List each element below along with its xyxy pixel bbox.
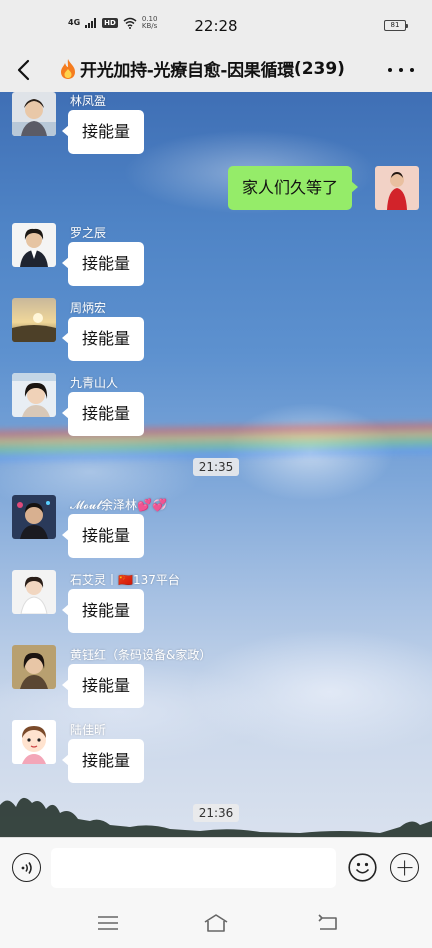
sender-name: 罗之辰 (70, 226, 107, 240)
chat-message-list[interactable]: 林凤盈 接能量 家人们久等了 罗之辰 接能量 周炳宏 接能量 九青山人 接能量 … (0, 92, 432, 837)
message-bubble[interactable]: 接能量 (61, 589, 145, 633)
message-bubble[interactable]: 接能量 (61, 514, 145, 558)
avatar[interactable] (12, 570, 56, 614)
smiley-icon (348, 853, 377, 882)
sender-name: 周炳宏 (70, 301, 107, 315)
dot-icon (399, 68, 403, 72)
home-icon[interactable] (202, 913, 230, 933)
battery-icon: 81 (384, 20, 408, 31)
message-bubble[interactable]: 接能量 (61, 317, 145, 361)
dot-icon (388, 68, 392, 72)
message-input-bar (0, 837, 432, 899)
timestamp-label: 21:36 (192, 804, 240, 822)
clock: 22:28 (194, 17, 238, 35)
menu-icon[interactable] (96, 913, 120, 933)
more-options-button[interactable] (388, 62, 414, 78)
sender-name: 黄钰红（条码设备&家政） (70, 648, 212, 662)
avatar[interactable] (12, 92, 56, 136)
message-bubble[interactable]: 接能量 (61, 242, 145, 286)
status-bar: 4G HD 0.10 KB/s 22:28 81 (0, 0, 432, 50)
voice-input-button[interactable] (12, 853, 41, 882)
chat-title-area: 开光加持-光療自愈-因果循環 (239) (58, 56, 345, 81)
dot-icon (410, 68, 414, 72)
chat-header: 开光加持-光療自愈-因果循環 (239) (0, 50, 432, 92)
sender-name: 石艾灵丨🇨🇳137平台 (70, 573, 180, 587)
member-count: (239) (293, 58, 345, 79)
avatar[interactable] (12, 645, 56, 689)
message-bubble[interactable]: 接能量 (61, 110, 145, 154)
avatar[interactable] (12, 223, 56, 267)
sender-name: 九青山人 (70, 376, 119, 390)
message-bubble[interactable]: 接能量 (61, 664, 145, 708)
back-nav-icon[interactable] (316, 913, 340, 933)
avatar[interactable] (12, 495, 56, 539)
timestamp: 21:36 (0, 802, 432, 822)
system-navigation-bar (0, 899, 432, 948)
emoji-button[interactable] (348, 853, 377, 882)
timestamp: 21:35 (0, 456, 432, 476)
message-bubble-outgoing[interactable]: 家人们久等了 (228, 166, 359, 210)
timestamp-label: 21:35 (192, 458, 240, 476)
sender-name: 𝓜𝓸𝓾𝓵余泽林💕💞 (70, 498, 167, 512)
voice-icon (21, 861, 32, 874)
avatar[interactable] (12, 720, 56, 764)
avatar[interactable] (12, 298, 56, 342)
my-avatar[interactable] (375, 166, 419, 210)
chevron-left-icon (17, 59, 30, 81)
back-button[interactable] (10, 54, 36, 86)
avatar[interactable] (12, 373, 56, 417)
sender-name: 陆佳昕 (70, 723, 107, 737)
sender-name: 林凤盈 (70, 94, 107, 108)
message-bubble[interactable]: 接能量 (61, 392, 145, 436)
more-functions-button[interactable] (390, 853, 419, 882)
message-bubble[interactable]: 接能量 (61, 739, 145, 783)
chat-title: 开光加持-光療自愈-因果循環 (80, 61, 294, 81)
fire-icon (61, 58, 75, 79)
message-text-input[interactable] (51, 848, 336, 888)
